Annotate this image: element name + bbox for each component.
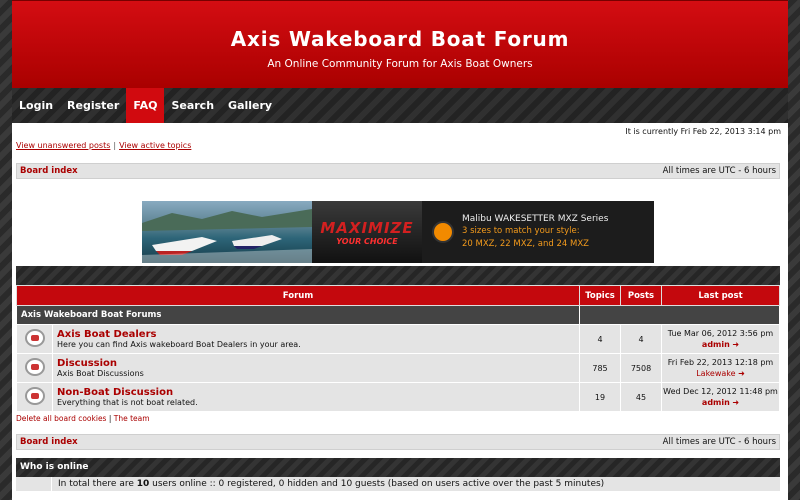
last-post-user[interactable]: admin [702, 340, 730, 349]
site-subtitle: An Online Community Forum for Axis Boat … [267, 58, 533, 70]
nav-login[interactable]: Login [12, 88, 60, 123]
forum-status-icon [16, 353, 53, 383]
col-last-post: Last post [661, 285, 780, 306]
nav-faq[interactable]: FAQ [126, 88, 165, 123]
posts-count: 4 [620, 324, 662, 354]
site-title[interactable]: Axis Wakeboard Boat Forum [12, 1, 788, 51]
delete-cookies-link[interactable]: Delete all board cookies [16, 414, 106, 423]
posts-count: 45 [620, 382, 662, 412]
quick-links: View unanswered posts | View active topics [12, 137, 788, 163]
table-row: Non-Boat Discussion Everything that is no… [16, 382, 780, 412]
col-topics: Topics [579, 285, 621, 306]
col-forum: Forum [16, 285, 580, 306]
forum-desc: Here you can find Axis wakeboard Boat De… [57, 340, 301, 349]
nav-gallery[interactable]: Gallery [221, 88, 279, 123]
page-wrapper: Axis Wakeboard Boat Forum An Online Comm… [12, 0, 788, 500]
forum-dark-header [16, 266, 780, 285]
last-post-date: Tue Mar 06, 2012 3:56 pm [667, 329, 774, 338]
banner-maximize: MAXIMIZE [320, 218, 414, 237]
boat-photo [142, 201, 312, 263]
online-icon [16, 477, 52, 491]
board-index-link[interactable]: Board index [20, 166, 78, 176]
board-index-link-bottom[interactable]: Board index [20, 437, 78, 447]
nav-register[interactable]: Register [60, 88, 126, 123]
forum-desc: Axis Boat Discussions [57, 369, 144, 378]
main-nav: Login Register FAQ Search Gallery [12, 88, 788, 123]
boat-image [142, 209, 312, 263]
topics-count: 4 [579, 324, 621, 354]
banner-line1: Malibu WAKESETTER MXZ Series [462, 214, 609, 224]
category-title[interactable]: Axis Wakeboard Boat Forums [16, 305, 580, 325]
table-row: Discussion Axis Boat Discussions 785 7508… [16, 353, 780, 383]
current-time: It is currently Fri Feb 22, 2013 3:14 pm [625, 127, 781, 136]
timezone-text: All times are UTC - 6 hours [662, 166, 776, 176]
category-filler [579, 305, 780, 325]
the-team-link[interactable]: The team [114, 414, 150, 423]
view-active-link[interactable]: View active topics [119, 141, 191, 150]
breadcrumb-bar-bottom: Board index All times are UTC - 6 hours [16, 434, 780, 450]
go-to-post-icon[interactable]: ➜ [732, 339, 739, 350]
forum-link[interactable]: Axis Boat Dealers [57, 329, 156, 340]
banner-line3: 20 MXZ, 22 MXZ, and 24 MXZ [462, 239, 589, 249]
forum-status-icon [16, 382, 53, 412]
banner-slogan: MAXIMIZE YOUR CHOICE [312, 201, 422, 263]
topics-count: 19 [579, 382, 621, 412]
online-text: In total there are 10 users online :: 0 … [52, 477, 604, 491]
forum-table: Forum Topics Posts Last post Axis Wakebo… [16, 285, 780, 412]
timezone-text-bottom: All times are UTC - 6 hours [662, 437, 776, 447]
ad-banner[interactable]: MAXIMIZE YOUR CHOICE Malibu WAKESETTER M… [142, 201, 654, 263]
online-suffix: users online :: 0 registered, 0 hidden a… [149, 479, 605, 489]
footer-separator: | [108, 414, 112, 423]
banner-your-choice: YOUR CHOICE [336, 236, 398, 246]
footer-links: Delete all board cookies | The team [12, 412, 788, 434]
who-is-online-header: Who is online [16, 458, 780, 477]
forum-desc: Everything that is not boat related. [57, 398, 198, 407]
link-separator: | [113, 141, 117, 150]
table-row: Axis Boat Dealers Here you can find Axis … [16, 324, 780, 354]
site-header: Axis Wakeboard Boat Forum An Online Comm… [12, 0, 788, 88]
online-prefix: In total there are [58, 479, 137, 489]
go-to-post-icon[interactable]: ➜ [732, 397, 739, 408]
forum-link[interactable]: Non-Boat Discussion [57, 387, 173, 398]
forum-link[interactable]: Discussion [57, 358, 117, 369]
banner-line2: 3 sizes to match your style: [462, 226, 580, 236]
view-unanswered-link[interactable]: View unanswered posts [16, 141, 110, 150]
who-is-online-row: In total there are 10 users online :: 0 … [16, 477, 780, 491]
col-posts: Posts [620, 285, 662, 306]
topics-count: 785 [579, 353, 621, 383]
breadcrumb-bar: Board index All times are UTC - 6 hours [16, 163, 780, 179]
posts-count: 7508 [620, 353, 662, 383]
go-to-post-icon[interactable]: ➜ [738, 368, 745, 379]
last-post-date: Fri Feb 22, 2013 12:18 pm [667, 358, 774, 367]
last-post-date: Wed Dec 12, 2012 11:48 pm [663, 387, 778, 396]
last-post-user[interactable]: Lakewake [696, 369, 735, 378]
malibu-logo-icon [432, 221, 454, 243]
online-count: 10 [136, 479, 150, 489]
forum-status-icon [16, 324, 53, 354]
banner-text: Malibu WAKESETTER MXZ Series 3 sizes to … [422, 201, 654, 263]
nav-search[interactable]: Search [164, 88, 221, 123]
last-post-user[interactable]: admin [702, 398, 730, 407]
